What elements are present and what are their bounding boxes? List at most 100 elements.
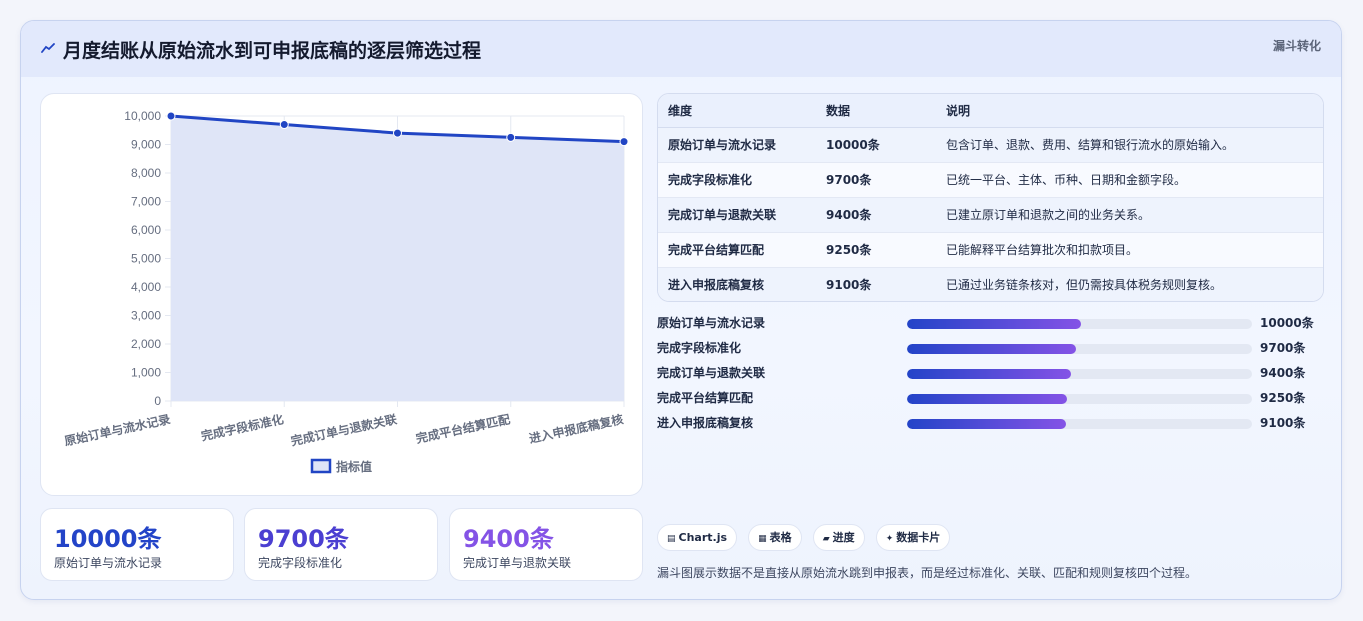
table-row: 完成订单与退款关联 9400条 已建立原订单和退款之间的业务关系。 — [658, 197, 1323, 232]
progress-label: 完成平台结算匹配 — [657, 391, 754, 405]
chip-table[interactable]: ▦ 表格 — [748, 524, 802, 551]
chip-label: Chart.js — [678, 531, 728, 544]
table-cell-data: 9400条 — [826, 208, 872, 222]
data-table-panel: 维度 数据 说明 原始订单与流水记录 10000条 包含订单、退款、费用、结算和… — [657, 93, 1324, 302]
y-tick-label: 4,000 — [131, 280, 161, 294]
y-tick-label: 7,000 — [131, 195, 161, 209]
table-row: 完成平台结算匹配 9250条 已能解释平台结算批次和扣款项目。 — [658, 232, 1323, 267]
progress-label: 完成字段标准化 — [657, 341, 742, 355]
series-area — [171, 116, 624, 401]
table-cell-data: 9700条 — [826, 173, 872, 187]
sparkle-icon: ✦ — [885, 534, 894, 544]
table-cell-description: 包含订单、退款、费用、结算和银行流水的原始输入。 — [946, 138, 1235, 152]
chip-progress[interactable]: ▰ 进度 — [812, 524, 865, 551]
chip-label: 表格 — [769, 531, 792, 544]
table-cell-dimension: 完成字段标准化 — [668, 173, 753, 187]
table-cell-dimension: 完成平台结算匹配 — [668, 243, 765, 257]
stat-card: 9400条 完成订单与退款关联 — [449, 508, 643, 581]
progress-row: 进入申报底稿复核 9100条 — [657, 411, 1324, 436]
table-cell-dimension: 进入申报底稿复核 — [668, 278, 765, 293]
progress-value: 9100条 — [1260, 416, 1306, 430]
y-tick-label: 9,000 — [131, 138, 161, 152]
legend-swatch — [310, 458, 332, 474]
progress-row: 完成平台结算匹配 9250条 — [657, 386, 1324, 411]
stat-card: 10000条 原始订单与流水记录 — [40, 508, 234, 581]
tech-chips: ▤ Chart.js ▦ 表格 ▰ 进度 ✦ 数据卡片 — [657, 524, 956, 551]
funnel-card: 月度结账从原始流水到可申报底稿的逐层筛选过程 漏斗转化 10,000 9,000 8… — [20, 20, 1342, 600]
progress-label: 进入申报底稿复核 — [657, 416, 754, 430]
progress-value: 9250条 — [1260, 391, 1306, 405]
legend-label: 指标值 — [336, 459, 372, 474]
table-cell-dimension: 完成订单与退款关联 — [668, 208, 777, 222]
progress-fill — [907, 419, 1066, 429]
card-header: 月度结账从原始流水到可申报底稿的逐层筛选过程 漏斗转化 — [21, 21, 1341, 77]
progress-label: 完成订单与退款关联 — [657, 366, 766, 380]
y-tick-label: 2,000 — [131, 337, 161, 351]
progress-icon: ▰ — [822, 534, 830, 544]
table-cell-description: 已统一平台、主体、币种、日期和金额字段。 — [946, 173, 1187, 187]
progress-track — [907, 344, 1252, 354]
stat-label: 原始订单与流水记录 — [54, 556, 163, 570]
table-header-dimension: 维度 — [658, 94, 816, 128]
table-row: 原始订单与流水记录 10000条 包含订单、退款、费用、结算和银行流水的原始输入… — [658, 127, 1323, 162]
y-tick-label: 1,000 — [131, 366, 161, 380]
progress-list: 原始订单与流水记录 10000条 完成字段标准化 9700条 完成订单与退款关联… — [657, 311, 1324, 436]
progress-track — [907, 394, 1252, 404]
stat-value: 9700条 — [258, 525, 349, 553]
page-title: 月度结账从原始流水到可申报底稿的逐层筛选过程 — [63, 40, 482, 62]
chart-icon: ▤ — [667, 534, 676, 544]
y-tick-label: 6,000 — [131, 223, 161, 237]
x-tick-label: 完成字段标准化 — [200, 411, 285, 443]
data-table: 维度 数据 说明 原始订单与流水记录 10000条 包含订单、退款、费用、结算和… — [658, 94, 1323, 301]
table-row: 完成字段标准化 9700条 已统一平台、主体、币种、日期和金额字段。 — [658, 162, 1323, 197]
data-point — [619, 137, 629, 147]
table-cell-description: 已通过业务链条核对，但仍需按具体税务规则复核。 — [946, 278, 1223, 293]
progress-fill — [907, 394, 1068, 404]
progress-label: 原始订单与流水记录 — [657, 316, 766, 330]
progress-track — [907, 319, 1252, 329]
stat-value: 10000条 — [54, 525, 162, 553]
chart-type-tag: 漏斗转化 — [1272, 39, 1321, 53]
data-point — [506, 132, 516, 142]
data-point — [393, 128, 402, 138]
progress-fill — [907, 319, 1082, 329]
progress-track — [907, 419, 1252, 429]
table-cell-description: 已建立原订单和退款之间的业务关系。 — [946, 208, 1151, 222]
y-tick-label: 0 — [154, 394, 161, 408]
progress-row: 原始订单与流水记录 10000条 — [657, 311, 1324, 336]
table-cell-description: 已能解释平台结算批次和扣款项目。 — [946, 243, 1139, 257]
data-point — [166, 111, 176, 121]
table-cell-dimension: 原始订单与流水记录 — [668, 138, 777, 152]
y-tick-label: 5,000 — [131, 252, 161, 266]
stat-card: 9700条 完成字段标准化 — [244, 508, 438, 581]
y-tick-label: 8,000 — [131, 166, 161, 180]
x-tick-label: 完成平台结算匹配 — [414, 411, 511, 446]
progress-value: 9400条 — [1260, 366, 1306, 380]
chip-chartjs[interactable]: ▤ Chart.js — [657, 524, 738, 551]
y-tick-label: 10,000 — [124, 109, 161, 123]
progress-row: 完成字段标准化 9700条 — [657, 336, 1324, 361]
chip-data-card[interactable]: ✦ 数据卡片 — [875, 524, 951, 551]
stat-value: 9400条 — [463, 525, 554, 553]
stat-label: 完成订单与退款关联 — [463, 556, 572, 570]
progress-value: 9700条 — [1260, 341, 1306, 355]
table-cell-data: 10000条 — [826, 138, 880, 152]
footnote: 漏斗图展示数据不是直接从原始流水跳到申报表，而是经过标准化、关联、匹配和规则复核… — [657, 566, 1198, 580]
table-header-description: 说明 — [936, 94, 1323, 128]
chip-label: 数据卡片 — [896, 531, 941, 544]
table-cell-data: 9100条 — [826, 278, 872, 293]
progress-fill — [907, 369, 1071, 379]
progress-track — [907, 369, 1252, 379]
progress-value: 10000条 — [1260, 316, 1314, 330]
trend-icon — [41, 43, 55, 53]
x-tick-label: 完成订单与退款关联 — [289, 411, 398, 448]
x-tick-label: 原始订单与流水记录 — [63, 411, 172, 448]
stat-label: 完成字段标准化 — [258, 556, 343, 570]
data-point — [279, 120, 289, 130]
line-chart: 10,000 9,000 8,000 7,000 6,000 5,000 4,000 3,00… — [63, 109, 629, 474]
y-tick-label: 3,000 — [131, 309, 161, 323]
table-row: 进入申报底稿复核 9100条 已通过业务链条核对，但仍需按具体税务规则复核。 — [658, 267, 1323, 301]
table-header-row: 维度 数据 说明 — [658, 94, 1323, 128]
progress-fill — [907, 344, 1077, 354]
table-header-data: 数据 — [816, 94, 936, 128]
